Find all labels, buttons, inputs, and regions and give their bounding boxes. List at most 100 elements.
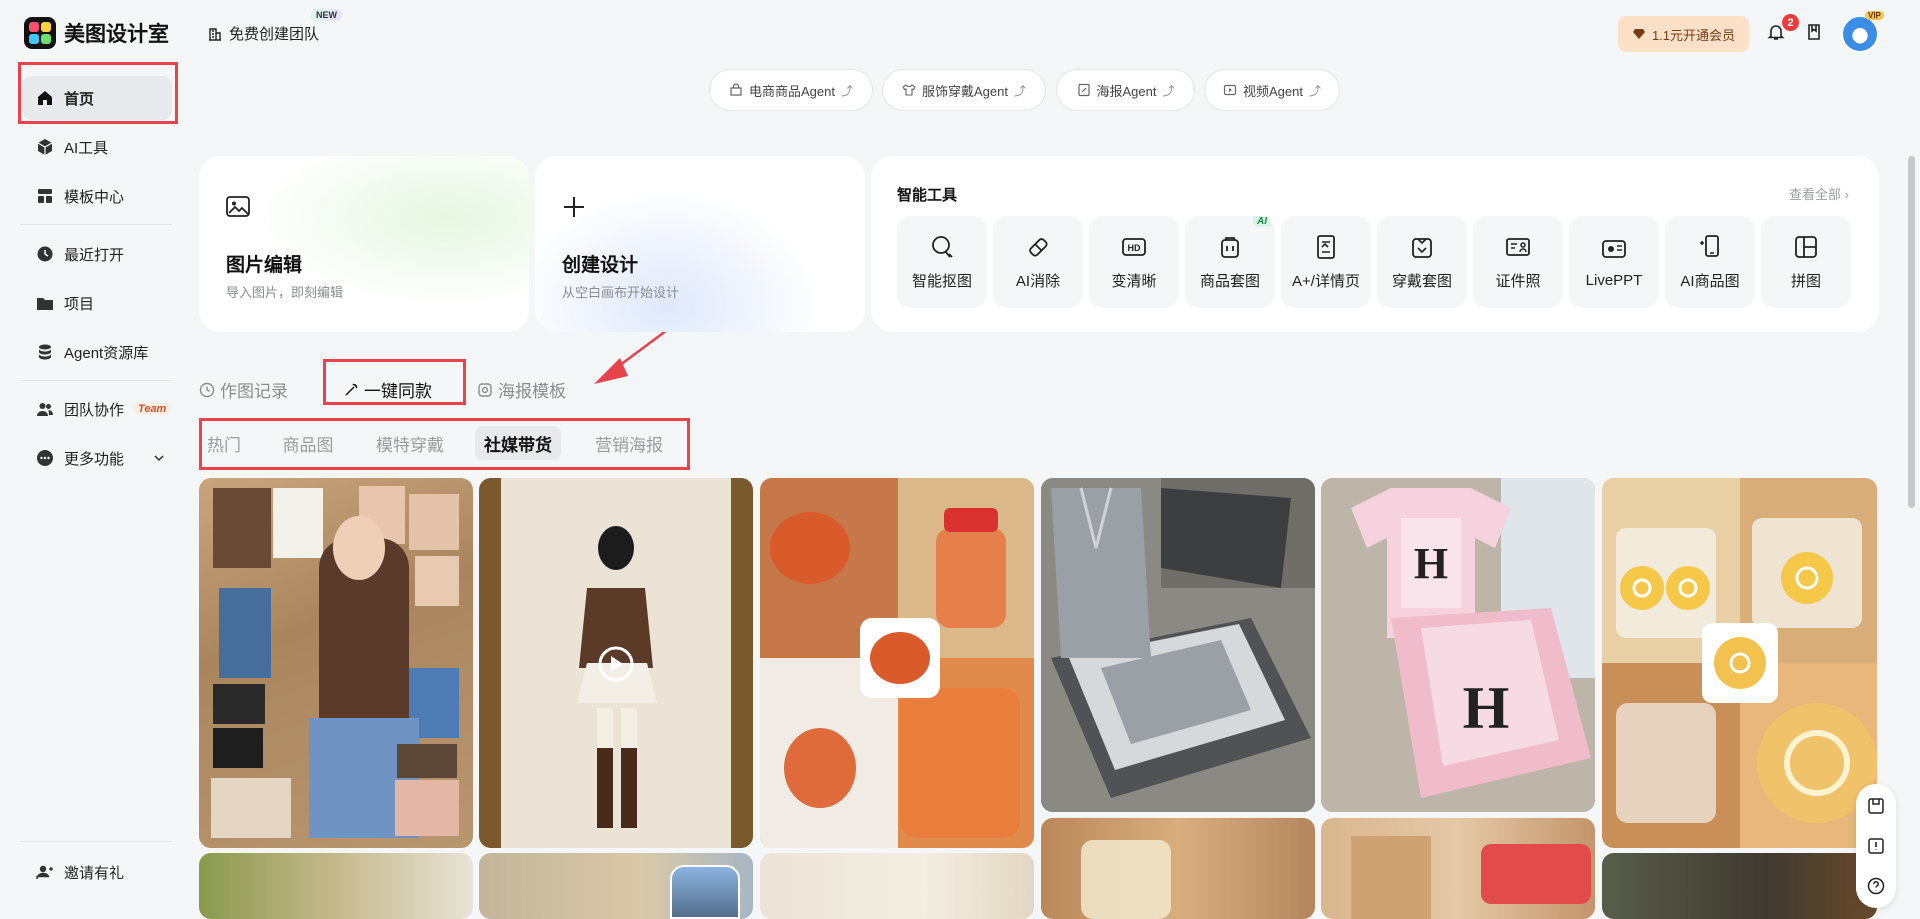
outfit-collage-image [211, 486, 459, 838]
tool-ai-eraser[interactable]: AI消除 [993, 216, 1083, 308]
svg-text:HD: HD [1128, 243, 1141, 253]
ai-tag: AI [1253, 216, 1271, 227]
sidebar-item-team[interactable]: 团队协作 Team [22, 387, 172, 431]
image-edit-title: 图片编辑 [226, 255, 303, 276]
invite-button[interactable]: 邀请有礼 [22, 850, 172, 894]
sidebar-item-more[interactable]: 更多功能 [22, 436, 172, 480]
swiss-roll-image [1602, 478, 1877, 848]
tool-label: 拼图 [1790, 272, 1821, 290]
tool-id-photo[interactable]: 证件照 [1473, 216, 1563, 308]
tab-poster-template[interactable]: 海报模板 [477, 377, 566, 402]
subtab-marketing-poster[interactable]: 营销海报 [589, 426, 669, 460]
feedback-icon[interactable] [1866, 836, 1886, 856]
subtab-model-wear[interactable]: 模特穿戴 [370, 426, 450, 460]
product-set-icon [1221, 236, 1239, 258]
app-name: 美图设计室 [64, 23, 169, 46]
svg-text:H: H [1414, 539, 1448, 588]
video-icon [1223, 84, 1237, 96]
create-design-title: 创建设计 [562, 255, 639, 276]
cutout-icon [932, 235, 953, 258]
vip-label: 1.1元开通会员 [1651, 27, 1736, 43]
tool-label: LivePPT [1585, 271, 1643, 289]
tool-collage[interactable]: 拼图 [1761, 216, 1851, 308]
agent-poster[interactable]: 海报Agent ⤴ [1056, 69, 1195, 111]
tool-ai-product[interactable]: AI商品图 [1665, 216, 1755, 308]
tab-one-click[interactable]: 一键同款 [343, 377, 432, 402]
create-team-button[interactable]: 免费创建团队 [207, 23, 319, 44]
sidebar-item-projects[interactable]: 项目 [22, 281, 172, 325]
bag-icon [730, 83, 742, 96]
template-card-jersey[interactable]: H H [1321, 478, 1595, 812]
chevron-right-icon: › [1844, 187, 1849, 202]
tool-wear-set[interactable]: 穿戴套图 [1377, 216, 1467, 308]
snack-image [760, 478, 1034, 848]
sidebar-item-ai-tools[interactable]: AI工具 [22, 125, 172, 169]
plus-icon [564, 197, 584, 217]
tool-label: 智能抠图 [911, 272, 972, 290]
wear-set-icon [1412, 237, 1432, 258]
sidebar-item-templates[interactable]: 模板中心 [22, 174, 172, 218]
clock-icon [37, 246, 53, 262]
tool-enhance[interactable]: HD 变清晰 [1089, 216, 1179, 308]
image-edit-card[interactable]: 图片编辑 导入图片，即刻编辑 [199, 156, 529, 332]
sidebar-item-agent-library[interactable]: Agent资源库 [22, 330, 172, 374]
template-card-snack[interactable] [760, 478, 1034, 848]
sidebar-divider [20, 380, 172, 381]
avatar-vip-badge: VIP [1865, 11, 1884, 20]
database-icon [39, 344, 51, 360]
new-badge: NEW [311, 9, 342, 21]
template-card-drink[interactable] [760, 853, 1034, 919]
agent-ecommerce[interactable]: 电商商品Agent ⤴ [709, 69, 873, 111]
layout-icon [38, 189, 52, 203]
tool-liveppt[interactable]: LivePPT [1569, 216, 1659, 308]
smart-tools-panel: 智能工具 查看全部 › 智能抠图 AI消除 HD 变清晰 AI 商品套图 A+/… [871, 156, 1879, 332]
template-card-tea-set[interactable] [1602, 853, 1877, 919]
template-card-suit-box[interactable] [1041, 478, 1315, 812]
sidebar-item-label: 最近打开 [64, 246, 125, 264]
help-icon[interactable] [1866, 876, 1886, 896]
create-design-card[interactable]: 创建设计 从空白画布开始设计 [535, 156, 865, 332]
cube-icon [37, 139, 53, 155]
agent-video[interactable]: 视频Agent ⤴ [1204, 69, 1340, 111]
sidebar-item-home[interactable]: 首页 [22, 76, 172, 120]
tool-smart-cutout[interactable]: 智能抠图 [897, 216, 987, 308]
tool-detail-page[interactable]: A+/详情页 [1281, 216, 1371, 308]
ppt-icon [1602, 239, 1626, 258]
subtab-social[interactable]: 社媒带货 [475, 426, 561, 460]
user-avatar[interactable] [1841, 15, 1879, 53]
subtab-product[interactable]: 商品图 [277, 426, 339, 460]
agent-fashion[interactable]: 服饰穿戴Agent ⤴ [882, 69, 1046, 111]
create-design-subtitle: 从空白画布开始设计 [562, 285, 680, 300]
template-card-outfit-collage[interactable] [199, 478, 473, 848]
template-card-swiss-roll[interactable] [1602, 478, 1877, 848]
save-icon[interactable] [1866, 796, 1886, 816]
home-icon [38, 91, 52, 105]
image-icon [226, 196, 250, 217]
suit-box-image [1041, 478, 1315, 812]
bookmark-button[interactable] [1802, 20, 1826, 44]
agent-label: 海报Agent [1096, 83, 1157, 99]
template-card-mirror-selfie[interactable] [479, 478, 753, 848]
sidebar-item-recent[interactable]: 最近打开 [22, 232, 172, 276]
template-card-chips[interactable] [1041, 818, 1315, 919]
template-card-fruit-box[interactable] [1321, 818, 1595, 919]
tool-label: 商品套图 [1199, 272, 1260, 290]
book-icon [1808, 24, 1820, 40]
tab-history[interactable]: 作图记录 [199, 377, 288, 402]
sidebar-divider [20, 224, 172, 225]
arrow-icon: ⤴ [840, 83, 853, 98]
sidebar-item-label: 更多功能 [64, 450, 125, 468]
vip-button[interactable]: 1.1元开通会员 [1618, 16, 1749, 52]
tab-label: 作图记录 [220, 382, 288, 401]
tool-label: A+/详情页 [1292, 272, 1360, 290]
template-card-tea[interactable] [199, 853, 473, 919]
sidebar-item-label: 模板中心 [64, 188, 125, 206]
template-card-travel[interactable] [479, 853, 753, 919]
tool-label: AI商品图 [1680, 272, 1740, 290]
view-all-link[interactable]: 查看全部 › [1789, 184, 1849, 203]
page-scrollbar[interactable] [1908, 156, 1915, 508]
tool-product-set[interactable]: AI 商品套图 [1185, 216, 1275, 308]
app-logo[interactable]: 美图设计室 [24, 17, 169, 49]
subtab-hot[interactable]: 热门 [203, 426, 245, 460]
poster-template-icon [478, 382, 492, 397]
